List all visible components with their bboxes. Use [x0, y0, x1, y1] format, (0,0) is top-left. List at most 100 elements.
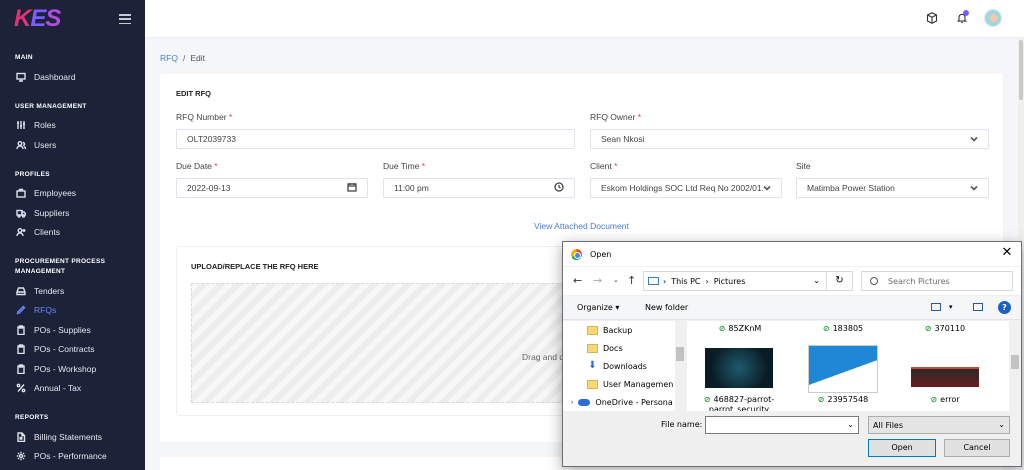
address-bar[interactable]: › This PC › Pictures ⌄ ↻ — [643, 271, 853, 291]
sidebar-section-heading: USER MANAGEMENT — [15, 102, 87, 110]
hard-drive-icon — [16, 286, 26, 296]
expand-chevron-icon[interactable]: › — [571, 399, 573, 406]
chrome-icon — [571, 248, 582, 260]
sidebar-item-pos-contracts[interactable]: POs - Contracts — [0, 340, 145, 360]
bell-icon[interactable] — [954, 10, 970, 26]
file-item[interactable]: ⊘ 183805 — [809, 324, 877, 333]
organize-button[interactable]: Organize ▾ — [577, 303, 619, 312]
file-type-select[interactable]: All Files ⌄ — [868, 416, 1010, 434]
percent-icon — [16, 383, 26, 393]
sidebar: KES MAIN Dashboard USER MANAGEMENT Roles Use… — [0, 0, 145, 470]
due-date-label: Due Date * — [176, 161, 218, 171]
chevron-down-icon[interactable]: ⌄ — [813, 276, 820, 285]
sidebar-item-billing-statements[interactable]: Billing Statements — [0, 427, 145, 447]
topbar — [145, 0, 1024, 38]
sidebar-item-label: Clients — [34, 227, 60, 238]
cube-icon[interactable] — [924, 10, 940, 26]
file-item[interactable]: ⊘ 370110 — [911, 324, 979, 333]
card-title: EDIT RFQ — [176, 89, 211, 98]
client-select[interactable]: Eskom Holdings SOC Ltd Req No 2002/01... — [590, 178, 782, 198]
dialog-bottom-bar: File name: ⌄ All Files ⌄ Open Cancel — [563, 412, 1021, 467]
open-button[interactable]: Open — [868, 439, 936, 457]
file-item[interactable]: ⊘ 23957548 — [809, 395, 877, 404]
image-thumbnail[interactable] — [808, 345, 878, 393]
sidebar-item-label: Users — [34, 139, 57, 150]
pen-icon — [16, 305, 26, 315]
clipboard-icon — [16, 325, 26, 335]
sidebar-section-heading: PROCUREMENT PROCESS MANAGEMENT — [15, 258, 106, 275]
close-icon[interactable]: ✕ — [1000, 246, 1014, 260]
sidebar-item-users[interactable]: Users — [0, 135, 145, 155]
due-date-input[interactable]: 2022-09-13 — [176, 178, 368, 198]
rfq-number-input[interactable]: OLT2039733 — [176, 129, 575, 149]
calendar-icon[interactable] — [347, 182, 357, 194]
file-list: ⊘ 85ZKnM ⊘ 183805 ⊘ 370110 ⊘ 468827-parrot- … — [687, 321, 1009, 411]
path-pictures[interactable]: Pictures — [714, 277, 746, 286]
tree-item-backup[interactable]: Backup — [563, 321, 685, 339]
sidebar-item-dashboard[interactable]: Dashboard — [0, 67, 145, 87]
recent-chevron-icon[interactable]: ⌄ — [613, 276, 619, 284]
cancel-button[interactable]: Cancel — [944, 439, 1010, 457]
due-time-label: Due Time * — [383, 161, 426, 171]
change-view-icon[interactable] — [931, 303, 941, 311]
sidebar-section-heading: REPORTS — [15, 414, 49, 421]
due-time-input[interactable]: 11:00 pm — [383, 178, 575, 198]
menu-toggle-icon[interactable] — [119, 14, 131, 24]
file-icon — [16, 432, 26, 442]
sidebar-item-pos-supplies[interactable]: POs - Supplies — [0, 320, 145, 340]
image-thumbnail[interactable] — [911, 367, 979, 387]
clock-icon[interactable] — [554, 182, 564, 194]
view-menu-chevron-icon[interactable]: ▾ — [949, 303, 953, 311]
user-plus-icon — [16, 227, 26, 237]
tree-item-onedrive[interactable]: › OneDrive - Persona — [563, 393, 685, 411]
notification-badge — [963, 10, 969, 16]
sidebar-item-clients[interactable]: Clients — [0, 223, 145, 243]
rfq-owner-select[interactable]: Sean Nkosi — [590, 129, 989, 149]
upload-title: UPLOAD/REPLACE THE RFQ HERE — [191, 262, 319, 271]
help-icon[interactable]: ? — [998, 301, 1011, 314]
new-folder-button[interactable]: New folder — [645, 303, 688, 312]
sidebar-item-pos-performance[interactable]: POs - Performance — [0, 447, 145, 467]
file-item[interactable]: ⊘ 468827-parrot- — [699, 395, 779, 404]
file-list-scrollbar[interactable] — [1009, 321, 1021, 411]
view-attached-document-link[interactable]: View Attached Document — [534, 221, 629, 231]
up-arrow-icon[interactable]: ↑ — [627, 274, 636, 287]
sidebar-item-label: Billing Statements — [34, 431, 103, 442]
file-item[interactable]: ⊘ error — [911, 395, 979, 404]
path-this-pc[interactable]: This PC — [671, 277, 700, 286]
file-item[interactable]: ⊘ 85ZKnM — [707, 324, 773, 333]
sidebar-item-rfqs[interactable]: RFQs — [0, 301, 145, 321]
sidebar-item-roles[interactable]: Roles — [0, 116, 145, 136]
tree-item-downloads[interactable]: ⬇ Downloads — [563, 357, 685, 375]
chevron-down-icon[interactable]: ⌄ — [847, 420, 854, 429]
refresh-icon[interactable]: ↻ — [826, 272, 852, 290]
tree-item-docs[interactable]: Docs — [563, 339, 685, 357]
back-arrow-icon[interactable]: ← — [573, 274, 582, 287]
sync-check-icon: ⊘ — [930, 395, 938, 404]
sidebar-item-tenders[interactable]: Tenders — [0, 281, 145, 301]
folder-icon — [587, 343, 598, 353]
rfq-owner-label: RFQ Owner * — [590, 112, 642, 122]
chevron-down-icon — [970, 184, 978, 192]
preview-pane-icon[interactable] — [973, 303, 983, 311]
sidebar-item-label: POs - Workshop — [34, 363, 97, 374]
breadcrumb: RFQ / Edit — [160, 53, 205, 63]
sidebar-item-annual-tax[interactable]: Annual - Tax — [0, 379, 145, 399]
users-icon — [16, 140, 26, 150]
dialog-titlebar[interactable]: Open ✕ — [563, 242, 1021, 266]
logo[interactable]: KES — [14, 5, 61, 33]
tree-scrollbar[interactable] — [675, 321, 685, 411]
breadcrumb-rfq-link[interactable]: RFQ — [160, 53, 178, 63]
sidebar-item-employees[interactable]: Employees — [0, 184, 145, 204]
sidebar-item-suppliers[interactable]: Suppliers — [0, 203, 145, 223]
file-name-label: File name: — [661, 420, 703, 429]
chevron-down-icon: ⌄ — [998, 420, 1005, 429]
tree-item-user-management[interactable]: User Managemen — [563, 375, 685, 393]
site-select[interactable]: Matimba Power Station — [796, 178, 989, 198]
avatar[interactable] — [984, 9, 1002, 27]
file-name-input[interactable]: ⌄ — [705, 416, 859, 434]
forward-arrow-icon[interactable]: → — [593, 274, 602, 287]
sidebar-item-pos-workshop[interactable]: POs - Workshop — [0, 359, 145, 379]
image-thumbnail[interactable] — [705, 348, 773, 388]
search-pictures-input[interactable]: Search Pictures — [861, 271, 1013, 291]
